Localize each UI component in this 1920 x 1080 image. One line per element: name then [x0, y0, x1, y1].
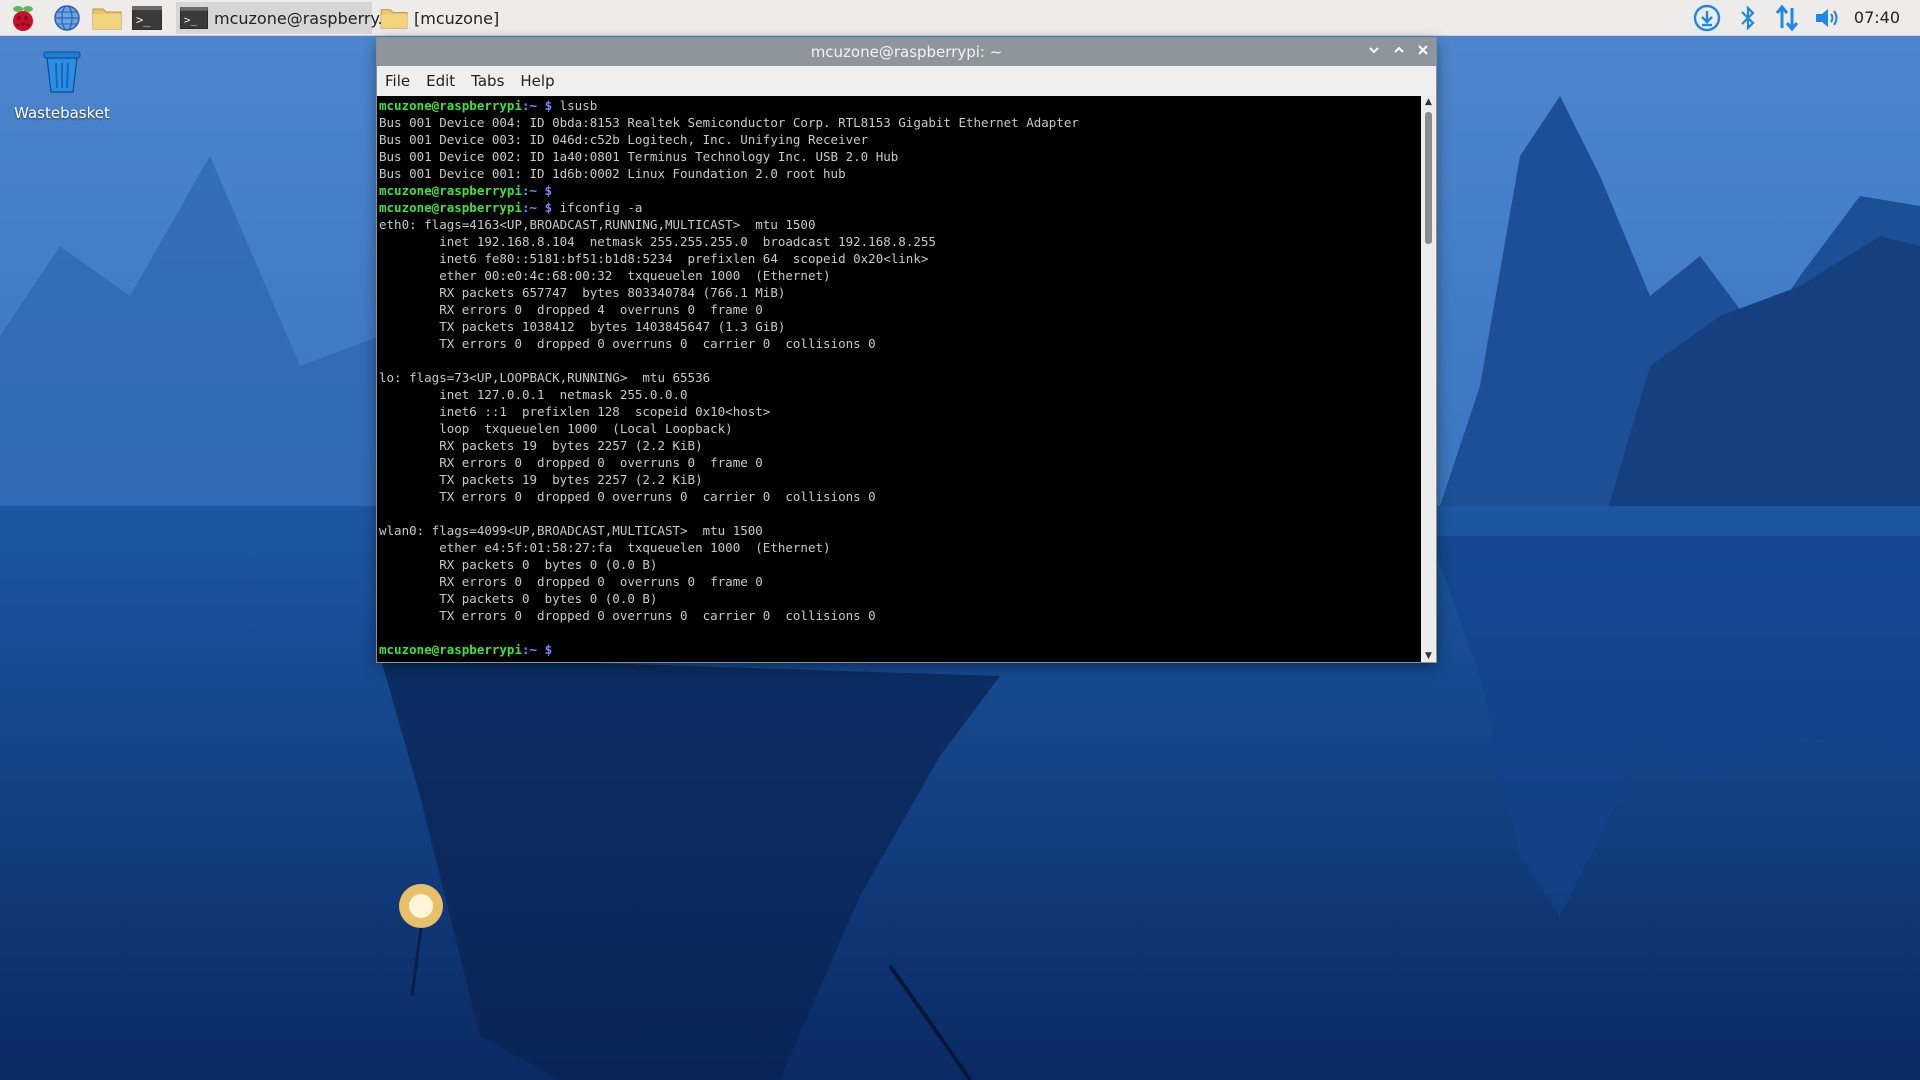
terminal-output-line: Bus 001 Device 002: ID 1a40:0801 Terminu…: [379, 149, 899, 164]
terminal-output-line: RX errors 0 dropped 0 overruns 0 frame 0: [379, 574, 763, 589]
terminal-prompt-line: mcuzone@raspberrypi:~ $: [379, 182, 1419, 199]
bluetooth-icon[interactable]: [1733, 3, 1763, 33]
terminal-output-line: lo: flags=73<UP,LOOPBACK,RUNNING> mtu 65…: [379, 370, 711, 385]
menu-help[interactable]: Help: [512, 66, 562, 96]
window-titlebar[interactable]: mcuzone@raspberrypi: ~: [377, 38, 1436, 66]
terminal-output-line: Bus 001 Device 001: ID 1d6b:0002 Linux F…: [379, 166, 846, 181]
terminal-output-line: RX packets 19 bytes 2257 (2.2 KiB): [379, 438, 703, 453]
menu-edit[interactable]: Edit: [418, 66, 463, 96]
scroll-up-arrow-icon[interactable]: ▲: [1421, 96, 1436, 108]
svg-text:>_: >_: [184, 14, 198, 27]
volume-icon[interactable]: [1812, 3, 1842, 33]
menu-bar: File Edit Tabs Help: [377, 66, 1436, 96]
terminal-output-line: inet 127.0.0.1 netmask 255.0.0.0: [379, 387, 688, 402]
clock[interactable]: 07:40: [1854, 0, 1900, 36]
terminal-icon: >_: [180, 6, 208, 30]
terminal-output-line: inet6 fe80::5181:bf51:b1d8:5234 prefixle…: [379, 251, 929, 266]
web-browser-icon[interactable]: [52, 3, 82, 33]
taskbar-item-label: mcuzone@raspberry...: [214, 8, 393, 28]
terminal-output-line: RX packets 657747 bytes 803340784 (766.1…: [379, 285, 786, 300]
terminal-output-line: ether e4:5f:01:58:27:fa txqueuelen 1000 …: [379, 540, 831, 555]
prompt-command: lsusb: [552, 98, 598, 113]
terminal-output-line: inet6 ::1 prefixlen 128 scopeid 0x10<hos…: [379, 404, 771, 419]
terminal-window: mcuzone@raspberrypi: ~ File Edit Tabs Help …: [377, 38, 1436, 662]
prompt-user: mcuzone@raspberrypi: [379, 642, 522, 657]
terminal-output-line: RX packets 0 bytes 0 (0.0 B): [379, 557, 658, 572]
terminal-output-line: ether 00:e0:4c:68:00:32 txqueuelen 1000 …: [379, 268, 831, 283]
terminal-output-line: Bus 001 Device 003: ID 046d:c52b Logitec…: [379, 132, 869, 147]
terminal-output-line: RX errors 0 dropped 4 overruns 0 frame 0: [379, 302, 763, 317]
terminal-output-line: TX errors 0 dropped 0 overruns 0 carrier…: [379, 336, 876, 351]
trash-icon: [43, 51, 81, 93]
chevron-up-icon: [1394, 46, 1404, 53]
window-title: mcuzone@raspberrypi: ~: [810, 43, 1003, 61]
desktop-icon-label: Wastebasket: [14, 104, 110, 122]
file-manager-icon[interactable]: [92, 3, 122, 33]
terminal-prompt-line: mcuzone@raspberrypi:~ $: [379, 641, 1419, 658]
terminal-output-line: [379, 624, 1419, 641]
prompt-path: :~ $: [522, 200, 553, 215]
chevron-down-icon: [1369, 47, 1379, 54]
maximize-button[interactable]: [1389, 42, 1409, 62]
prompt-path: :~ $: [522, 98, 553, 113]
prompt-user: mcuzone@raspberrypi: [379, 98, 522, 113]
terminal-output[interactable]: mcuzone@raspberrypi:~ $ lsusb Bus 001 Dev…: [377, 96, 1421, 662]
prompt-command: ifconfig -a: [552, 200, 643, 215]
terminal-output-line: loop txqueuelen 1000 (Local Loopback): [379, 421, 733, 436]
terminal-output-line: TX packets 0 bytes 0 (0.0 B): [379, 591, 658, 606]
terminal-output-line: eth0: flags=4163<UP,BROADCAST,RUNNING,MU…: [379, 217, 816, 232]
network-icon[interactable]: [1772, 3, 1802, 33]
scrollbar-thumb[interactable]: [1425, 112, 1432, 244]
taskbar-item-folder[interactable]: [mcuzone]: [376, 2, 506, 34]
scroll-down-arrow-icon[interactable]: ▼: [1421, 650, 1436, 662]
close-button[interactable]: [1413, 42, 1433, 62]
terminal-output-line: TX packets 1038412 bytes 1403845647 (1.3…: [379, 319, 786, 334]
prompt-user: mcuzone@raspberrypi: [379, 200, 522, 215]
terminal-output-line: [379, 505, 1419, 522]
folder-icon: [380, 6, 408, 30]
terminal-text: mcuzone@raspberrypi:~ $ lsusb Bus 001 Dev…: [377, 96, 1421, 659]
terminal-output-line: TX errors 0 dropped 0 overruns 0 carrier…: [379, 608, 876, 623]
terminal-output-line: RX errors 0 dropped 0 overruns 0 frame 0: [379, 455, 763, 470]
terminal-prompt-line: mcuzone@raspberrypi:~ $ ifconfig -a: [379, 199, 1419, 216]
top-panel: >_ >_ mcuzone@raspberry... [mcuzone] 07:…: [0, 0, 1920, 36]
prompt-user: mcuzone@raspberrypi: [379, 183, 522, 198]
terminal-output-line: Bus 001 Device 004: ID 0bda:8153 Realtek…: [379, 115, 1079, 130]
terminal-scrollbar[interactable]: ▲ ▼: [1421, 96, 1436, 662]
prompt-path: :~ $: [522, 642, 553, 657]
terminal-output-line: TX packets 19 bytes 2257 (2.2 KiB): [379, 472, 703, 487]
terminal-output-line: wlan0: flags=4099<UP,BROADCAST,MULTICAST…: [379, 523, 763, 538]
terminal-output-line: [379, 352, 1419, 369]
menu-tabs[interactable]: Tabs: [463, 66, 512, 96]
taskbar-item-terminal[interactable]: >_ mcuzone@raspberry...: [176, 2, 393, 34]
terminal-output-line: inet 192.168.8.104 netmask 255.255.255.0…: [379, 234, 936, 249]
download-icon[interactable]: [1692, 3, 1722, 33]
svg-text:>_: >_: [136, 13, 151, 27]
close-icon: [1418, 45, 1428, 55]
terminal-output-line: TX errors 0 dropped 0 overruns 0 carrier…: [379, 489, 876, 504]
prompt-command: [552, 642, 560, 657]
prompt-path: :~ $: [522, 183, 553, 198]
terminal-icon[interactable]: >_: [132, 3, 162, 33]
taskbar-item-label: [mcuzone]: [414, 8, 500, 28]
terminal-prompt-line: mcuzone@raspberrypi:~ $ lsusb: [379, 97, 1419, 114]
minimize-button[interactable]: [1364, 42, 1384, 62]
menu-file[interactable]: File: [377, 66, 418, 96]
raspberry-menu-icon[interactable]: [8, 3, 38, 33]
desktop-icon-wastebasket[interactable]: Wastebasket: [10, 48, 114, 122]
